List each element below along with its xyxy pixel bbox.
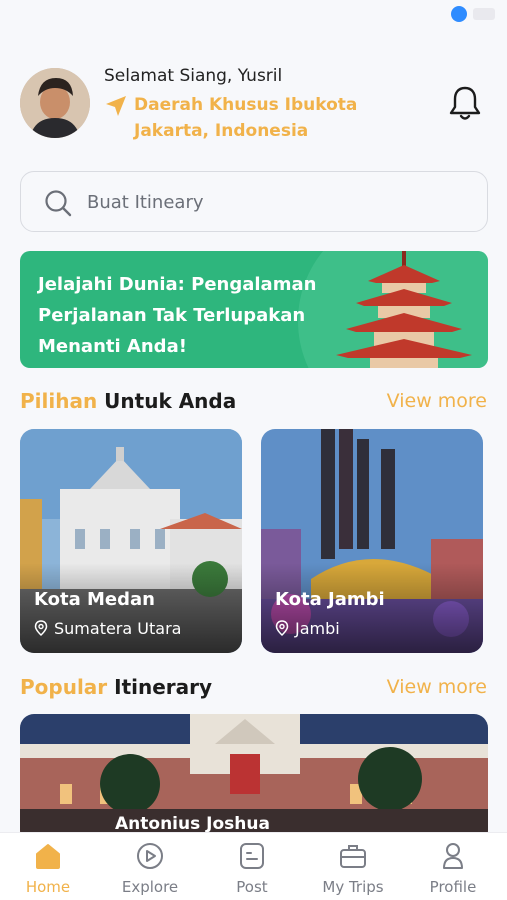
search-bar[interactable] bbox=[20, 171, 488, 232]
card-title: Kota Medan bbox=[34, 589, 155, 610]
tab-label: Explore bbox=[121, 878, 179, 896]
tab-label: Home bbox=[25, 878, 71, 896]
popular-itinerary-card[interactable]: Antonius Joshua bbox=[20, 714, 488, 844]
search-icon bbox=[45, 190, 72, 217]
tab-my-trips[interactable]: My Trips bbox=[303, 841, 403, 896]
pagoda-illustration bbox=[336, 251, 472, 368]
card-subtitle: Sumatera Utara bbox=[34, 619, 181, 638]
section-title-recommendations: Pilihan Untuk Anda bbox=[20, 389, 236, 413]
briefcase-icon bbox=[340, 845, 366, 868]
location-text: Daerah Khusus Ibukota Jakarta, Indonesia bbox=[134, 95, 358, 141]
view-more-recommendations[interactable]: View more bbox=[387, 390, 487, 412]
post-icon bbox=[240, 843, 264, 869]
destination-card-jambi[interactable]: Kota Jambi Jambi bbox=[261, 429, 483, 653]
header: Selamat Siang, Yusril Daerah Khusus Ibuk… bbox=[20, 66, 490, 146]
card-subtitle: Jambi bbox=[275, 619, 340, 638]
avatar[interactable] bbox=[20, 68, 90, 138]
tab-post[interactable]: Post bbox=[202, 841, 302, 896]
view-more-popular[interactable]: View more bbox=[387, 676, 487, 698]
tab-label: Post bbox=[236, 878, 268, 896]
destination-card-medan[interactable]: Kota Medan Sumatera Utara bbox=[20, 429, 242, 653]
location-services-icon bbox=[451, 6, 467, 22]
battery-icon bbox=[473, 8, 495, 20]
banner-text: Jelajahi Dunia: Pengalaman Perjalanan Ta… bbox=[38, 274, 317, 357]
map-pin-icon bbox=[275, 620, 289, 636]
title-rest: Untuk Anda bbox=[97, 389, 237, 413]
bottom-tab-bar: Home Explore Post My Trips Profile bbox=[0, 832, 507, 900]
title-accent: Popular bbox=[20, 675, 108, 699]
card-subtitle-text: Sumatera Utara bbox=[54, 619, 182, 638]
map-pin-icon bbox=[34, 620, 48, 636]
tab-home[interactable]: Home bbox=[0, 841, 98, 896]
tab-explore[interactable]: Explore bbox=[100, 841, 200, 896]
play-circle-icon bbox=[137, 843, 163, 869]
navigation-arrow-icon bbox=[106, 96, 126, 116]
bell-icon[interactable] bbox=[448, 84, 482, 122]
tab-label: Profile bbox=[429, 878, 477, 896]
card-subtitle-text: Jambi bbox=[295, 619, 340, 638]
itinerary-author: Antonius Joshua bbox=[115, 814, 270, 834]
status-bar bbox=[0, 0, 507, 30]
user-icon bbox=[443, 843, 463, 869]
search-input[interactable] bbox=[87, 186, 467, 218]
promo-banner[interactable]: Jelajahi Dunia: Pengalaman Perjalanan Ta… bbox=[20, 251, 488, 368]
tab-label: My Trips bbox=[322, 878, 384, 896]
card-title: Kota Jambi bbox=[275, 589, 385, 610]
greeting-text: Selamat Siang, Yusril bbox=[104, 66, 283, 86]
home-icon bbox=[36, 844, 60, 869]
title-rest: Itinerary bbox=[107, 675, 213, 699]
title-accent: Pilihan bbox=[20, 389, 98, 413]
tab-profile[interactable]: Profile bbox=[403, 841, 503, 896]
section-title-popular: Popular Itinerary bbox=[20, 675, 212, 699]
